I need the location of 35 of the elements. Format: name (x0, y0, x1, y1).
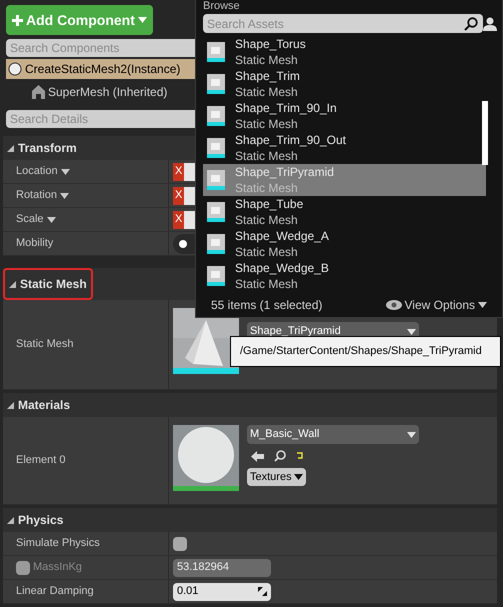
asset-name: Shape_Wedge_B (235, 260, 329, 276)
section-title: Materials (18, 397, 70, 414)
asset-type: Static Mesh (235, 84, 299, 100)
asset-name: Shape_Trim_90_Out (235, 132, 346, 148)
property-label: Scale (16, 212, 44, 228)
asset-name: Shape_Torus (235, 36, 306, 52)
section-title: Static Mesh (20, 276, 87, 293)
property-label: Static Mesh (16, 337, 74, 352)
property-label: Element 0 (16, 453, 66, 468)
section-title: Transform (18, 140, 77, 157)
property-label: Location (16, 164, 58, 180)
asset-name: Shape_TriPyramid (235, 164, 334, 180)
asset-name: Shape_Tube (235, 196, 304, 212)
items-count: 55 items (1 selected) (211, 297, 322, 314)
asset-type: Static Mesh (235, 276, 299, 292)
asset-name: Shape_Trim (235, 68, 300, 84)
property-label: MassInKg (33, 560, 82, 576)
asset-type: Static Mesh (235, 212, 299, 228)
asset-type: Static Mesh (235, 52, 299, 68)
asset-type: Static Mesh (235, 180, 299, 196)
popup-title: Browse (203, 0, 241, 13)
asset-name: Shape_Wedge_A (235, 228, 329, 244)
path-tooltip: /Game/StarterContent/Shapes/Shape_TriPyramid (230, 336, 501, 367)
axis-badge: X (173, 210, 184, 228)
axis-badge: X (173, 186, 184, 204)
asset-type: Static Mesh (235, 148, 299, 164)
axis-badge: X (173, 162, 184, 180)
asset-type: Static Mesh (235, 116, 299, 132)
section-title: Physics (18, 512, 64, 529)
property-label: Linear Damping (16, 584, 94, 600)
asset-name: Shape_Trim_90_In (235, 100, 337, 116)
property-label: Mobility (16, 236, 54, 252)
property-label: Simulate Physics (16, 536, 100, 552)
asset-type: Static Mesh (235, 244, 299, 260)
property-label: Rotation (16, 188, 57, 204)
